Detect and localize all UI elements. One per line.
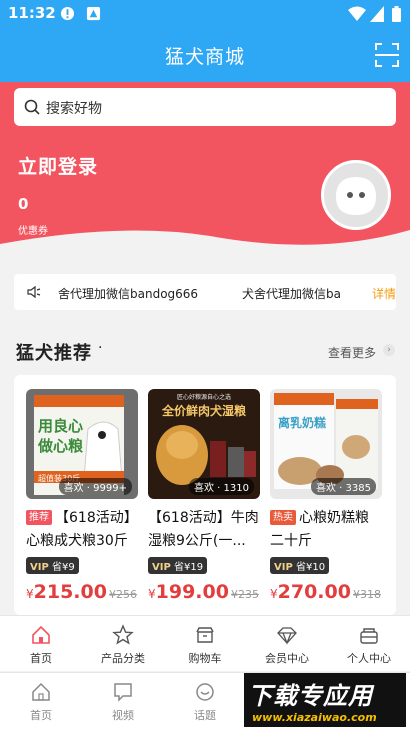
user-center-icon: [360, 628, 378, 644]
diamond-icon: [277, 627, 297, 645]
original-price: ¥318: [352, 588, 381, 601]
tab-home[interactable]: 首页: [0, 624, 82, 666]
scan-icon[interactable]: [374, 42, 400, 68]
section-dot: ·: [98, 340, 103, 356]
product-name[interactable]: 推荐 【618活动】心粮成犬粮30斤: [26, 507, 138, 553]
product-image[interactable]: 匠心好粮源自心之选 全价鲜肉犬湿粮 喜欢 · 1310: [148, 389, 260, 499]
home-outline-icon: [32, 682, 50, 701]
likes-badge: 喜欢 · 9999+: [58, 478, 132, 495]
image-caption-2: 全价鲜肉犬湿粮: [161, 403, 246, 418]
product-price: ¥270.00 ¥318: [270, 581, 381, 603]
product-price: ¥215.00 ¥256: [26, 581, 137, 603]
likes-badge: 喜欢 · 3385: [311, 478, 376, 495]
tab-app-home[interactable]: 首页: [0, 681, 82, 723]
tab-cart[interactable]: 购物车: [164, 624, 246, 666]
avatar[interactable]: [321, 160, 391, 230]
status-bar: 11:32: [0, 0, 410, 28]
product-card[interactable]: 离乳奶糕 喜欢 · 3385 热卖 心粮奶糕粮二十斤 VIP 省¥10 ¥270.…: [270, 389, 382, 603]
speaker-icon: [27, 285, 41, 299]
chevron-right-icon[interactable]: ›: [383, 344, 395, 356]
notice-detail-link[interactable]: 详情: [372, 285, 396, 302]
search-bar[interactable]: 搜索好物: [14, 88, 396, 126]
watermark-url: www.xiazaiwao.com: [252, 711, 377, 724]
wifi-icon: [348, 6, 366, 21]
store-tab-bar: 首页 产品分类 购物车 会员中心 个人中心: [0, 615, 410, 671]
home-icon: [32, 625, 50, 644]
original-price: ¥235: [230, 588, 259, 601]
tab-user-center[interactable]: 个人中心: [328, 624, 410, 666]
star-icon: [112, 624, 134, 645]
product-name[interactable]: 热卖 心粮奶糕粮二十斤: [270, 507, 382, 553]
notice-text-1: 舍代理加微信bandog666: [58, 287, 199, 301]
vip-discount-badge: VIP 省¥9: [26, 557, 79, 574]
app-notification-icon: [86, 6, 101, 21]
login-link[interactable]: 立即登录: [18, 152, 98, 179]
user-banner: 搜索好物 立即登录 0 优惠券: [0, 82, 410, 262]
likes-badge: 喜欢 · 1310: [189, 478, 254, 495]
video-icon: [114, 683, 132, 702]
tab-app-video[interactable]: 视频: [82, 681, 164, 723]
tab-categories[interactable]: 产品分类: [82, 624, 164, 666]
image-caption-1: 用良心: [38, 417, 83, 435]
search-placeholder[interactable]: 搜索好物: [46, 98, 102, 118]
status-time: 11:32: [8, 4, 56, 22]
app-header: 猛犬商城: [0, 28, 410, 82]
coupon-count[interactable]: 0: [18, 195, 28, 213]
product-card[interactable]: 匠心好粮源自心之选 全价鲜肉犬湿粮 喜欢 · 1310 【618活动】牛肉湿粮9…: [148, 389, 260, 603]
tab-member-center[interactable]: 会员中心: [246, 624, 328, 666]
product-card[interactable]: 用良心 做心粮 超值装30斤 喜欢 · 9999+ 推荐 【618活动】心粮成犬粮…: [26, 389, 138, 603]
search-icon: [24, 99, 40, 115]
image-caption-1: 离乳奶糕: [278, 415, 326, 430]
image-caption-2: 做心粮: [37, 437, 84, 455]
section-title: 猛犬推荐: [16, 343, 92, 364]
vip-discount-badge: VIP 省¥10: [270, 557, 330, 574]
battery-icon: [392, 6, 401, 22]
cart-icon: [196, 627, 214, 643]
view-more-link[interactable]: 查看更多: [328, 344, 376, 361]
image-caption-1: 匠心好粮源自心之选: [177, 393, 231, 401]
notice-text-2: 犬舍代理加微信ba: [242, 287, 341, 301]
product-tag: 推荐: [26, 510, 52, 525]
product-price: ¥199.00 ¥235: [148, 581, 259, 603]
product-tag: 热卖: [270, 510, 296, 525]
page-title: 猛犬商城: [164, 46, 245, 68]
topic-icon: [196, 683, 214, 701]
avatar-face-icon: [336, 177, 376, 215]
original-price: ¥256: [108, 588, 137, 601]
tab-app-topic[interactable]: 话题: [164, 681, 246, 723]
site-watermark: 下载专应用 www.xiazaiwao.com: [244, 673, 406, 727]
product-name[interactable]: 【618活动】牛肉湿粮9公斤(一...: [148, 507, 260, 553]
banner-wave: [0, 230, 410, 262]
alert-icon: [60, 6, 75, 21]
product-image[interactable]: 离乳奶糕 喜欢 · 3385: [270, 389, 382, 499]
signal-icon: [370, 6, 384, 22]
product-list: 用良心 做心粮 超值装30斤 喜欢 · 9999+ 推荐 【618活动】心粮成犬粮…: [14, 375, 396, 615]
vip-discount-badge: VIP 省¥19: [148, 557, 208, 574]
notice-bar[interactable]: 舍代理加微信bandog666 犬舍代理加微信ba 详情: [14, 274, 396, 310]
product-image[interactable]: 用良心 做心粮 超值装30斤 喜欢 · 9999+: [26, 389, 138, 499]
watermark-title: 下载专应用: [248, 682, 373, 710]
